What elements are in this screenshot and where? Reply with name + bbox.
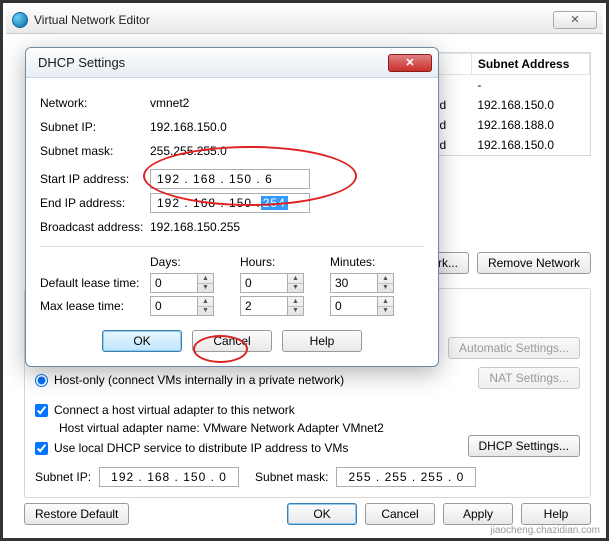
dlg-subnet-mask: 255.255.255.0 xyxy=(150,144,424,158)
table-row[interactable]: bled192.168.150.0 xyxy=(418,95,590,115)
dialog-help-button[interactable]: Help xyxy=(282,330,362,352)
table-row[interactable]: bled192.168.150.0 xyxy=(418,135,590,155)
subnet-table: P Subnet Address - bled192.168.150.0 ble… xyxy=(416,52,591,156)
dhcp-settings-button[interactable]: DHCP Settings... xyxy=(468,435,580,457)
dialog-button-row: OK Cancel Help xyxy=(40,330,424,352)
start-ip-label: Start IP address: xyxy=(40,172,150,186)
adapter-name: VMware Network Adapter VMnet2 xyxy=(203,421,384,435)
automatic-settings-button: Automatic Settings... xyxy=(448,337,580,359)
default-lease-hours[interactable]: ▲▼ xyxy=(240,273,330,293)
network-value: vmnet2 xyxy=(150,96,424,110)
default-lease-days[interactable]: ▲▼ xyxy=(150,273,240,293)
table-row[interactable]: bled192.168.188.0 xyxy=(418,115,590,135)
remove-network-button[interactable]: Remove Network xyxy=(477,252,591,274)
spinner-icon[interactable]: ▲▼ xyxy=(288,273,304,293)
col-subnet-address[interactable]: Subnet Address xyxy=(471,54,589,75)
dialog-body: Network:vmnet2 Subnet IP:192.168.150.0 S… xyxy=(26,78,438,366)
host-only-label: Host-only (connect VMs internally in a p… xyxy=(54,373,344,387)
max-lease-minutes[interactable]: ▲▼ xyxy=(330,296,420,316)
dialog-titlebar[interactable]: DHCP Settings ✕ xyxy=(26,48,438,78)
table-row[interactable]: - xyxy=(418,75,590,96)
adapter-name-label: Host virtual adapter name: xyxy=(59,421,200,435)
hours-header: Hours: xyxy=(240,255,330,269)
app-icon xyxy=(12,12,28,28)
broadcast-value: 192.168.150.255 xyxy=(150,220,424,234)
use-dhcp-input[interactable] xyxy=(35,442,48,455)
dialog-close-button[interactable]: ✕ xyxy=(388,54,432,72)
dhcp-settings-dialog: DHCP Settings ✕ Network:vmnet2 Subnet IP… xyxy=(25,47,439,367)
subnet-mask-label: Subnet mask: xyxy=(255,470,328,484)
subnet-mask-field[interactable]: 255 . 255 . 255 . 0 xyxy=(336,467,476,487)
max-lease-days[interactable]: ▲▼ xyxy=(150,296,240,316)
dlg-subnet-mask-label: Subnet mask: xyxy=(40,144,150,158)
dlg-subnet-ip: 192.168.150.0 xyxy=(150,120,424,134)
max-lease-hours[interactable]: ▲▼ xyxy=(240,296,330,316)
broadcast-label: Broadcast address: xyxy=(40,220,150,234)
apply-button[interactable]: Apply xyxy=(443,503,513,525)
dialog-ok-button[interactable]: OK xyxy=(102,330,182,352)
default-lease-label: Default lease time: xyxy=(40,276,150,290)
dlg-subnet-ip-label: Subnet IP: xyxy=(40,120,150,134)
watermark: jiaocheng.chazidian.com xyxy=(488,525,602,536)
spinner-icon[interactable]: ▲▼ xyxy=(198,296,214,316)
minutes-header: Minutes: xyxy=(330,255,420,269)
spinner-icon[interactable]: ▲▼ xyxy=(288,296,304,316)
lease-grid: Days: Hours: Minutes: Default lease time… xyxy=(40,246,424,316)
cancel-button[interactable]: Cancel xyxy=(365,503,435,525)
connect-adapter-label: Connect a host virtual adapter to this n… xyxy=(54,403,295,417)
end-ip-input[interactable]: 192 . 168 . 150 . 254 xyxy=(150,193,310,213)
use-dhcp-label: Use local DHCP service to distribute IP … xyxy=(54,441,348,455)
restore-default-button[interactable]: Restore Default xyxy=(24,503,129,525)
default-lease-minutes[interactable]: ▲▼ xyxy=(330,273,420,293)
subnet-ip-label: Subnet IP: xyxy=(35,470,91,484)
host-only-radio-input[interactable] xyxy=(35,374,48,387)
help-button[interactable]: Help xyxy=(521,503,591,525)
dialog-title: DHCP Settings xyxy=(38,55,388,70)
network-label: Network: xyxy=(40,96,150,110)
end-ip-selection: 254 xyxy=(261,196,288,210)
spinner-icon[interactable]: ▲▼ xyxy=(378,273,394,293)
bottom-button-row: Restore Default OK Cancel Apply Help xyxy=(24,503,591,525)
nat-settings-button: NAT Settings... xyxy=(478,367,580,389)
days-header: Days: xyxy=(150,255,240,269)
dialog-cancel-button[interactable]: Cancel xyxy=(192,330,272,352)
max-lease-label: Max lease time: xyxy=(40,299,150,313)
connect-adapter-input[interactable] xyxy=(35,404,48,417)
spinner-icon[interactable]: ▲▼ xyxy=(198,273,214,293)
subnet-ip-field[interactable]: 192 . 168 . 150 . 0 xyxy=(99,467,239,487)
titlebar: Virtual Network Editor ✕ xyxy=(6,6,603,34)
window-title: Virtual Network Editor xyxy=(34,13,553,27)
start-ip-input[interactable]: 192 . 168 . 150 . 6 xyxy=(150,169,310,189)
connect-adapter-check[interactable]: Connect a host virtual adapter to this n… xyxy=(35,403,580,417)
spinner-icon[interactable]: ▲▼ xyxy=(378,296,394,316)
window-close-button[interactable]: ✕ xyxy=(553,11,597,29)
ok-button[interactable]: OK xyxy=(287,503,357,525)
end-ip-label: End IP address: xyxy=(40,196,150,210)
